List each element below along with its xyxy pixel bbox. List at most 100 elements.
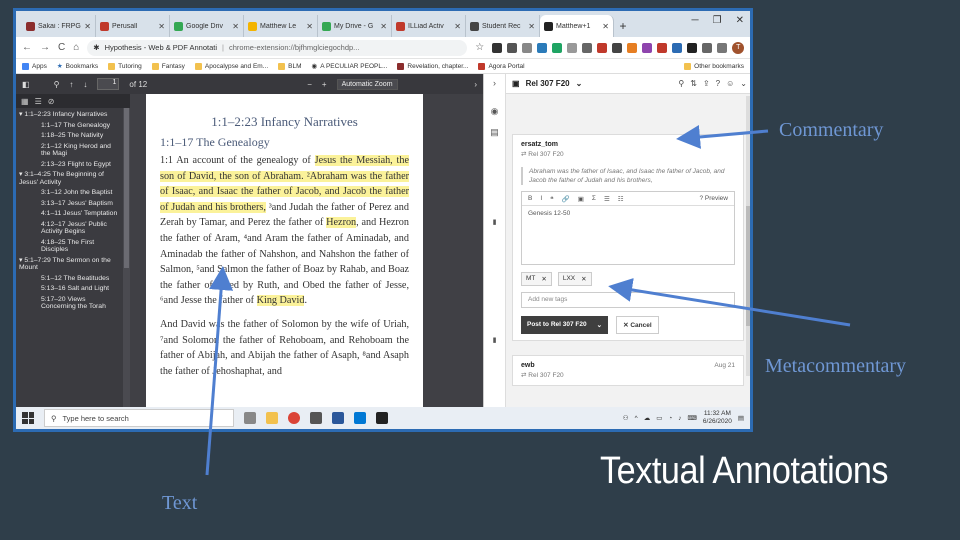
close-icon[interactable]: ✕ xyxy=(380,22,387,31)
extension-icon[interactable] xyxy=(612,42,623,53)
numbered-list-icon[interactable]: ☰ xyxy=(604,195,610,203)
bookmark-item[interactable]: ◉ A PECULIAR PEOPL... xyxy=(312,62,388,71)
search-icon[interactable]: ⚲ xyxy=(678,79,684,88)
link-icon[interactable]: 🔗 xyxy=(562,195,570,203)
calculator-icon[interactable] xyxy=(310,412,322,424)
zoom-select[interactable]: Automatic Zoom xyxy=(336,78,398,90)
bookmark-apps[interactable]: Apps xyxy=(22,62,47,70)
outline-item[interactable]: 2:1–12 King Herod and the Magi xyxy=(19,143,130,158)
outline-item[interactable]: 3:1–4:25 The Beginning of Jesus' Activit… xyxy=(19,171,130,186)
annotation-username[interactable]: ewb xyxy=(521,362,535,369)
zoom-in-icon[interactable]: + xyxy=(322,80,327,89)
chevron-up-icon[interactable]: ^ xyxy=(635,415,638,422)
outline-item[interactable]: 3:1–12 John the Baptist xyxy=(19,189,130,197)
close-icon[interactable]: ✕ xyxy=(158,22,165,31)
outline-item[interactable]: 3:13–17 Jesus' Baptism xyxy=(19,200,130,208)
sidebar-scrollbar[interactable] xyxy=(746,96,750,376)
annotation-username[interactable]: ersatz_tom xyxy=(521,141,735,148)
user-icon[interactable]: ☺ xyxy=(726,79,734,88)
annotation-body-textarea[interactable]: Genesis 12-50 xyxy=(522,206,734,264)
math-icon[interactable]: Σ xyxy=(592,195,596,202)
image-icon[interactable]: ▣ xyxy=(578,195,584,203)
extension-icon[interactable] xyxy=(582,42,593,53)
bookmark-folder[interactable]: Tutoring xyxy=(108,62,142,70)
extension-icon[interactable] xyxy=(597,42,608,53)
bookmark-item[interactable]: ★ Bookmarks xyxy=(57,62,98,71)
extension-icon[interactable] xyxy=(537,42,548,53)
bookmark-folder[interactable]: Apocalypse and Em... xyxy=(194,62,268,70)
battery-icon[interactable]: ▭ xyxy=(656,414,662,422)
extension-icon[interactable] xyxy=(522,42,533,53)
quote-icon[interactable]: ❝ xyxy=(550,195,554,203)
browser-tab-active[interactable]: Matthew+1 ✕ xyxy=(540,15,614,37)
omnibox[interactable]: ✱ Hypothesis - Web & PDF Annotati | chro… xyxy=(87,39,468,56)
task-view-icon[interactable] xyxy=(244,412,256,424)
browser-tab[interactable]: ILLiad Activ ✕ xyxy=(392,15,466,37)
file-explorer-icon[interactable] xyxy=(266,412,278,424)
outline-item[interactable]: 5:1–12 The Beatitudes xyxy=(19,275,130,283)
zoom-out-icon[interactable]: − xyxy=(307,80,312,89)
post-button[interactable]: Post to Rel 307 F20 ⌄ xyxy=(521,316,609,334)
word-icon[interactable] xyxy=(332,412,344,424)
scrollbar-thumb[interactable] xyxy=(124,108,129,268)
notification-icon[interactable]: ▤ xyxy=(738,414,744,422)
extension-icon[interactable] xyxy=(567,42,578,53)
taskbar-clock[interactable]: 11:32 AM 6/26/2020 xyxy=(703,410,732,426)
close-icon[interactable]: ✕ xyxy=(306,22,313,31)
sort-icon[interactable]: ⇅ xyxy=(690,79,697,88)
extension-icon[interactable] xyxy=(687,42,698,53)
collapse-icon[interactable]: › xyxy=(493,78,496,88)
close-icon[interactable]: ✕ xyxy=(602,22,609,31)
close-icon[interactable]: ✕ xyxy=(541,275,546,283)
hypothesis-collapse-icon[interactable]: › xyxy=(474,80,477,89)
bookmark-item[interactable]: Revelation, chapter... xyxy=(397,62,468,70)
previous-page-icon[interactable]: ↑ xyxy=(69,80,73,89)
maximize-icon[interactable]: ❐ xyxy=(713,15,722,26)
attachments-icon[interactable]: ⊘ xyxy=(48,97,55,106)
puzzle-icon[interactable] xyxy=(717,42,728,53)
browser-tab[interactable]: Sakai : FRPG ✕ xyxy=(22,15,96,37)
tag-input[interactable]: Add new tags xyxy=(521,292,735,308)
browser-tab[interactable]: Student Rec ✕ xyxy=(466,15,540,37)
outline-item[interactable]: 2:13–23 Flight to Egypt xyxy=(19,161,130,169)
minimize-icon[interactable]: ─ xyxy=(692,15,699,26)
extension-icon[interactable] xyxy=(657,42,668,53)
bullet-list-icon[interactable]: ☷ xyxy=(618,195,624,203)
bucket-icon[interactable]: ▮ xyxy=(493,218,497,226)
avatar[interactable]: T xyxy=(732,41,745,54)
sidebar-toggle-icon[interactable]: ◧ xyxy=(22,80,30,89)
reload-icon[interactable]: C xyxy=(58,42,65,53)
extension-icon[interactable] xyxy=(507,42,518,53)
acrobat-icon[interactable] xyxy=(376,412,388,424)
eye-icon[interactable]: ◉ xyxy=(491,106,499,117)
close-icon[interactable]: ✕ xyxy=(581,275,586,283)
browser-tab[interactable]: My Drive - G ✕ xyxy=(318,15,392,37)
bold-icon[interactable]: B xyxy=(528,195,532,202)
other-bookmarks[interactable]: Other bookmarks xyxy=(684,62,744,70)
outline-item[interactable]: 4:18–25 The First Disciples xyxy=(19,239,130,254)
outline-scrollbar[interactable] xyxy=(123,108,130,407)
annotation-date[interactable]: Aug 21 xyxy=(714,362,735,369)
extension-icon[interactable] xyxy=(627,42,638,53)
bookmark-item[interactable]: Agora Portal xyxy=(478,62,525,70)
chrome-icon[interactable] xyxy=(288,412,300,424)
close-icon[interactable]: ✕ xyxy=(454,22,461,31)
close-icon[interactable]: ✕ xyxy=(528,22,535,31)
forward-icon[interactable]: → xyxy=(40,42,50,53)
outline-item[interactable]: 1:1–2:23 Infancy Narratives xyxy=(19,111,130,119)
chevron-down-icon[interactable]: ⌄ xyxy=(597,321,602,329)
browser-tab[interactable]: Matthew Le ✕ xyxy=(244,15,318,37)
extension-icon[interactable] xyxy=(552,42,563,53)
new-tab-button[interactable]: + xyxy=(614,15,632,37)
windows-start-icon[interactable] xyxy=(22,412,34,424)
chevron-down-icon[interactable]: ⌄ xyxy=(576,79,583,88)
close-icon[interactable]: ✕ xyxy=(84,22,91,31)
extension-icon[interactable] xyxy=(492,42,503,53)
star-icon[interactable]: ☆ xyxy=(475,42,484,53)
preview-button[interactable]: ? Preview xyxy=(699,195,728,202)
help-icon[interactable]: ? xyxy=(716,79,720,88)
extension-icon[interactable] xyxy=(672,42,683,53)
network-icon[interactable]: ◔ xyxy=(668,415,672,422)
outline-item[interactable]: 4:12–17 Jesus' Public Activity Begins xyxy=(19,221,130,236)
outline-item[interactable]: 1:18–25 The Nativity xyxy=(19,132,130,140)
